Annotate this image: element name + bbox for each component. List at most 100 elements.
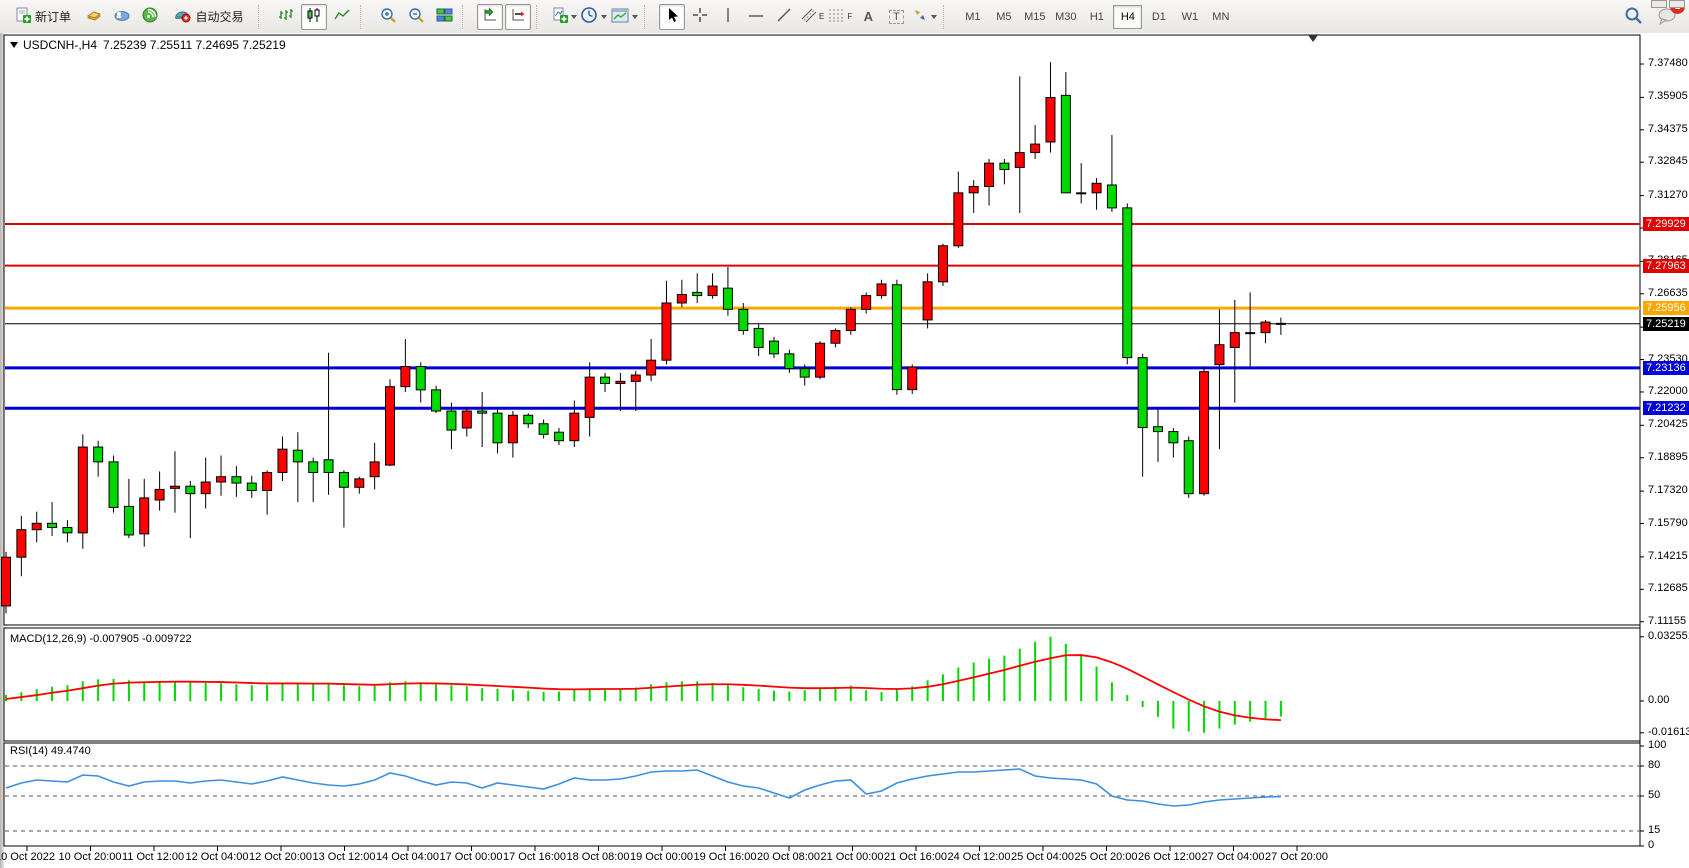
candle-body [186, 486, 195, 493]
tile-windows-button[interactable] [431, 4, 457, 30]
candle-body [124, 506, 133, 535]
new-order-icon [15, 7, 31, 26]
candle-body [1261, 322, 1270, 333]
zoom-in-button[interactable] [375, 4, 401, 30]
price-badge: 7.25219 [1643, 317, 1689, 331]
time-axis-label: 26 Oct 12:00 [1138, 851, 1201, 863]
price-axis-label: 7.18895 [1648, 451, 1688, 463]
candle-body [293, 450, 302, 462]
new-order-label: 新订单 [35, 8, 71, 25]
timeframe-button-M15[interactable]: M15 [1020, 5, 1049, 29]
time-axis-label: 12 Oct 20:00 [249, 851, 312, 863]
chart-shift-marker[interactable] [1308, 35, 1318, 42]
autotrading-button[interactable]: 自动交易 [165, 4, 253, 30]
candle-body [770, 341, 779, 354]
time-axis-label: 17 Oct 00:00 [440, 851, 503, 863]
candle-body [585, 377, 594, 417]
time-axis-label: 27 Oct 20:00 [1265, 851, 1328, 863]
price-axis-label: 7.31270 [1648, 189, 1688, 201]
candlestick-chart-icon [306, 7, 322, 26]
price-badge: 7.29929 [1643, 217, 1689, 231]
chart-window: USDCNH-,H4 7.25239 7.25511 7.24695 7.252… [0, 33, 1689, 868]
timeframe-button-H1[interactable]: H1 [1082, 5, 1111, 29]
candle-body [800, 369, 809, 377]
candle-body [846, 309, 855, 330]
autotrading-icon [174, 7, 191, 26]
price-axis-label: 7.14215 [1648, 550, 1688, 562]
window-button[interactable] [1651, 0, 1667, 8]
arrows-tool-button[interactable] [911, 4, 938, 30]
vertical-line-tool-button[interactable] [715, 4, 741, 30]
horizontal-line-icon [748, 10, 764, 24]
chart-collapse-icon[interactable] [10, 42, 18, 48]
window-button[interactable] [1669, 0, 1685, 8]
candlestick-chart-button[interactable] [301, 4, 327, 30]
candle-body [401, 367, 410, 387]
candle-body [601, 377, 610, 383]
timeframe-button-M5[interactable]: M5 [989, 5, 1018, 29]
zoom-out-button[interactable] [403, 4, 429, 30]
dropdown-caret [632, 15, 638, 19]
time-axis-label: 27 Oct 04:00 [1202, 851, 1265, 863]
signals-button[interactable] [137, 4, 163, 30]
new-order-button[interactable]: 新订单 [7, 4, 79, 30]
bar-chart-button[interactable] [273, 4, 299, 30]
periods-button[interactable] [580, 4, 608, 30]
price-axis-label: 7.34375 [1648, 123, 1688, 135]
line-chart-icon [334, 7, 350, 26]
label-tool-button[interactable]: T [883, 4, 909, 30]
templates-button[interactable] [610, 4, 639, 30]
fibo-letter: F [847, 12, 852, 21]
line-chart-button[interactable] [329, 4, 355, 30]
price-axis-label: 7.22000 [1648, 385, 1688, 397]
chart-symbol-timeframe: USDCNH-,H4 [23, 38, 97, 52]
candle-body [1230, 333, 1239, 348]
fibonacci-tool-button[interactable]: F [827, 4, 853, 30]
crosshair-icon [692, 7, 708, 26]
toolbar-separator [360, 5, 366, 29]
time-axis-label: 21 Oct 16:00 [884, 851, 947, 863]
timeframe-button-MN[interactable]: MN [1206, 5, 1235, 29]
community-button[interactable] [109, 4, 135, 30]
zoom-out-icon [408, 7, 425, 27]
tile-windows-icon [436, 7, 453, 26]
text-tool-button[interactable]: A [855, 4, 881, 30]
window-buttons [1649, 0, 1685, 8]
trendline-tool-button[interactable] [771, 4, 797, 30]
candle-body [677, 295, 686, 303]
candle-body [170, 486, 179, 488]
indicators-button[interactable] [551, 4, 578, 30]
timeframe-button-H4[interactable]: H4 [1113, 5, 1142, 29]
timeframe-button-D1[interactable]: D1 [1144, 5, 1173, 29]
search-button[interactable] [1621, 4, 1647, 30]
timeframe-button-M30[interactable]: M30 [1051, 5, 1080, 29]
time-axis-label: 20 Oct 08:00 [757, 851, 820, 863]
dropdown-caret [601, 15, 607, 19]
price-chart-canvas[interactable] [0, 33, 1689, 868]
signals-icon [142, 7, 158, 26]
time-axis-label: 13 Oct 12:00 [313, 851, 376, 863]
horizontal-line-tool-button[interactable] [743, 4, 769, 30]
time-axis-label: 14 Oct 04:00 [376, 851, 439, 863]
time-axis-label: 11 Oct 12:00 [122, 851, 184, 863]
cursor-tool-button[interactable] [659, 4, 685, 30]
price-axis-label: 7.17320 [1648, 484, 1688, 496]
candle-body [877, 284, 886, 296]
chart-shift-icon [510, 7, 526, 26]
timeframe-button-W1[interactable]: W1 [1175, 5, 1204, 29]
chart-shift-button[interactable] [505, 4, 531, 30]
chart-ohlc-values: 7.25239 7.25511 7.24695 7.25219 [103, 38, 286, 52]
crosshair-tool-button[interactable] [687, 4, 713, 30]
candle-body [17, 530, 26, 558]
candle-body [1031, 144, 1040, 152]
timeframe-button-M1[interactable]: M1 [958, 5, 987, 29]
autoscroll-button[interactable] [477, 4, 503, 30]
rsi-axis-label: 15 [1648, 824, 1660, 836]
candle-body [1061, 95, 1070, 192]
vertical-line-icon [723, 7, 733, 26]
history-center-button[interactable] [81, 4, 107, 30]
price-badge: 7.21232 [1643, 401, 1689, 415]
candle-body [278, 449, 287, 472]
candle-body [1169, 432, 1178, 443]
channel-tool-button[interactable]: E [799, 4, 825, 30]
